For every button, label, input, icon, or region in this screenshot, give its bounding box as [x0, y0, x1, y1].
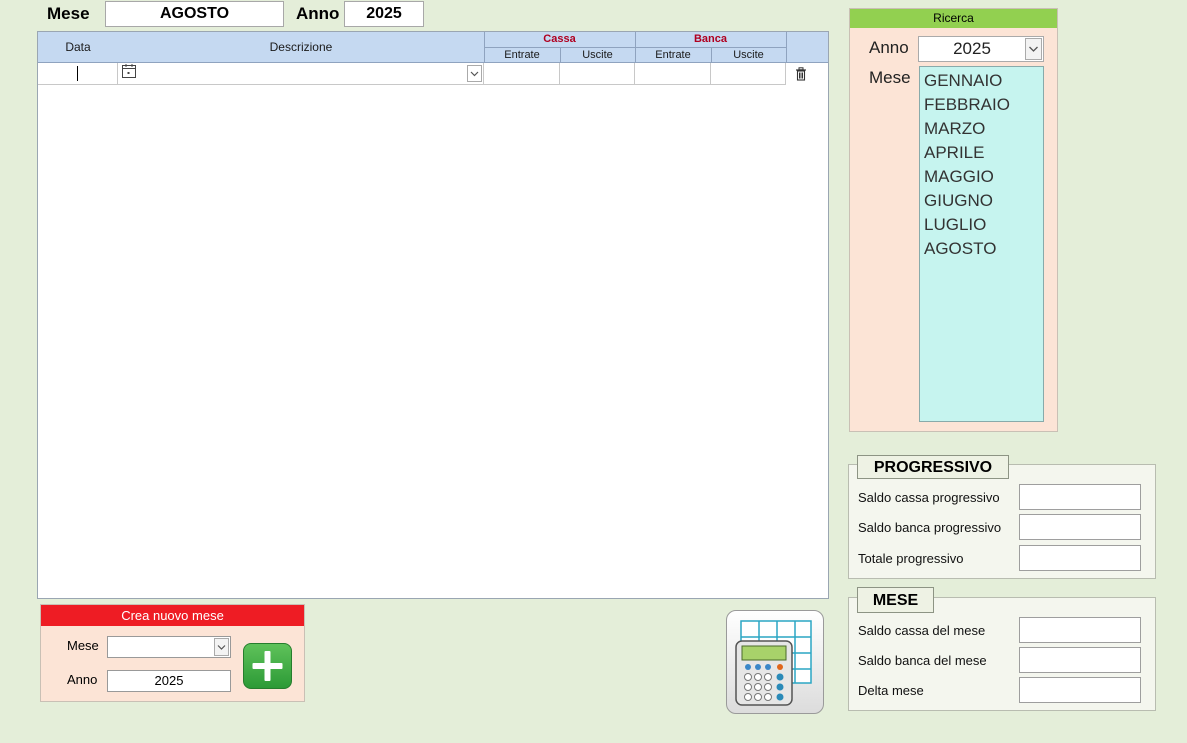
ricerca-mese-label: Mese — [869, 68, 911, 87]
progressivo-title: PROGRESSIVO — [857, 455, 1009, 479]
saldo-cassa-mese-field[interactable] — [1019, 617, 1141, 643]
list-item[interactable]: FEBBRAIO — [920, 93, 1043, 117]
mese-field[interactable]: AGOSTO — [105, 1, 284, 27]
chevron-down-icon — [217, 645, 226, 650]
group-cassa-header: Cassa — [543, 33, 576, 45]
ricerca-anno-value: 2025 — [953, 39, 991, 58]
ricerca-panel: Ricerca Anno 2025 Mese GENNAIO FEBBRAIO … — [849, 8, 1058, 432]
cassa-uscite-cell[interactable] — [560, 63, 635, 85]
cassa-entrate-header: Entrate — [504, 49, 540, 61]
saldo-banca-mese-label: Saldo banca del mese — [858, 653, 987, 668]
month-list[interactable]: GENNAIO FEBBRAIO MARZO APRILE MAGGIO GIU… — [919, 66, 1044, 422]
crea-anno-field[interactable]: 2025 — [107, 670, 231, 692]
descrizione-cell[interactable] — [118, 63, 484, 85]
saldo-cassa-mese-label: Saldo cassa del mese — [858, 623, 986, 638]
saldo-cassa-progressivo-label: Saldo cassa progressivo — [858, 490, 1000, 505]
banca-uscite-header: Uscite — [733, 49, 764, 61]
crea-mese-select[interactable] — [107, 636, 231, 658]
list-item[interactable]: AGOSTO — [920, 237, 1043, 261]
plus-icon — [252, 651, 283, 681]
ricerca-anno-dropdown-button[interactable] — [1025, 38, 1042, 60]
col-data-header: Data — [65, 40, 91, 54]
add-month-button[interactable] — [243, 643, 292, 689]
mese-label: Mese — [47, 4, 90, 23]
list-item[interactable]: APRILE — [920, 141, 1043, 165]
list-item[interactable]: GENNAIO — [920, 69, 1043, 93]
ricerca-anno-label: Anno — [869, 38, 909, 57]
crea-title: Crea nuovo mese — [41, 605, 304, 626]
chevron-down-icon — [470, 71, 479, 77]
mese-group-title: MESE — [857, 587, 934, 613]
list-item[interactable]: MARZO — [920, 117, 1043, 141]
col-descrizione-header: Descrizione — [269, 40, 333, 54]
cassa-entrate-cell[interactable] — [484, 63, 560, 85]
ricerca-title: Ricerca — [850, 9, 1057, 28]
banca-uscite-cell[interactable] — [711, 63, 786, 85]
totale-progressivo-label: Totale progressivo — [858, 551, 964, 566]
divider — [560, 47, 561, 63]
delta-mese-field[interactable] — [1019, 677, 1141, 703]
crea-mese-dropdown-button[interactable] — [214, 638, 229, 656]
chevron-down-icon — [1029, 46, 1038, 52]
ricerca-anno-select[interactable]: 2025 — [918, 36, 1044, 62]
saldo-banca-progressivo-field[interactable] — [1019, 514, 1141, 540]
anno-label: Anno — [296, 4, 340, 23]
list-item[interactable]: GIUGNO — [920, 189, 1043, 213]
banca-entrate-cell[interactable] — [635, 63, 711, 85]
anno-field[interactable]: 2025 — [344, 1, 424, 27]
crea-anno-label: Anno — [67, 672, 98, 687]
banca-entrate-header: Entrate — [655, 49, 691, 61]
data-cell[interactable] — [38, 63, 118, 85]
trash-icon[interactable] — [795, 67, 807, 81]
calculator-icon — [735, 620, 812, 706]
text-cursor — [77, 66, 78, 81]
crea-nuovo-mese-panel: Crea nuovo mese Mese Anno 2025 — [40, 604, 305, 702]
saldo-cassa-progressivo-field[interactable] — [1019, 484, 1141, 510]
saldo-banca-progressivo-label: Saldo banca progressivo — [858, 520, 1002, 535]
cassa-uscite-header: Uscite — [582, 49, 613, 61]
calendar-icon[interactable] — [121, 63, 137, 79]
transactions-grid: Data Descrizione Cassa Banca Entrate Usc… — [37, 31, 829, 599]
delta-mese-label: Delta mese — [858, 683, 924, 698]
calculator-button[interactable] — [726, 610, 824, 714]
divider — [484, 47, 786, 48]
descrizione-dropdown-button[interactable] — [467, 65, 482, 82]
saldo-banca-mese-field[interactable] — [1019, 647, 1141, 673]
crea-mese-label: Mese — [67, 638, 99, 653]
list-item[interactable]: LUGLIO — [920, 213, 1043, 237]
group-banca-header: Banca — [693, 33, 728, 45]
totale-progressivo-field[interactable] — [1019, 545, 1141, 571]
divider — [786, 32, 787, 63]
list-item[interactable]: MAGGIO — [920, 165, 1043, 189]
divider — [711, 47, 712, 63]
